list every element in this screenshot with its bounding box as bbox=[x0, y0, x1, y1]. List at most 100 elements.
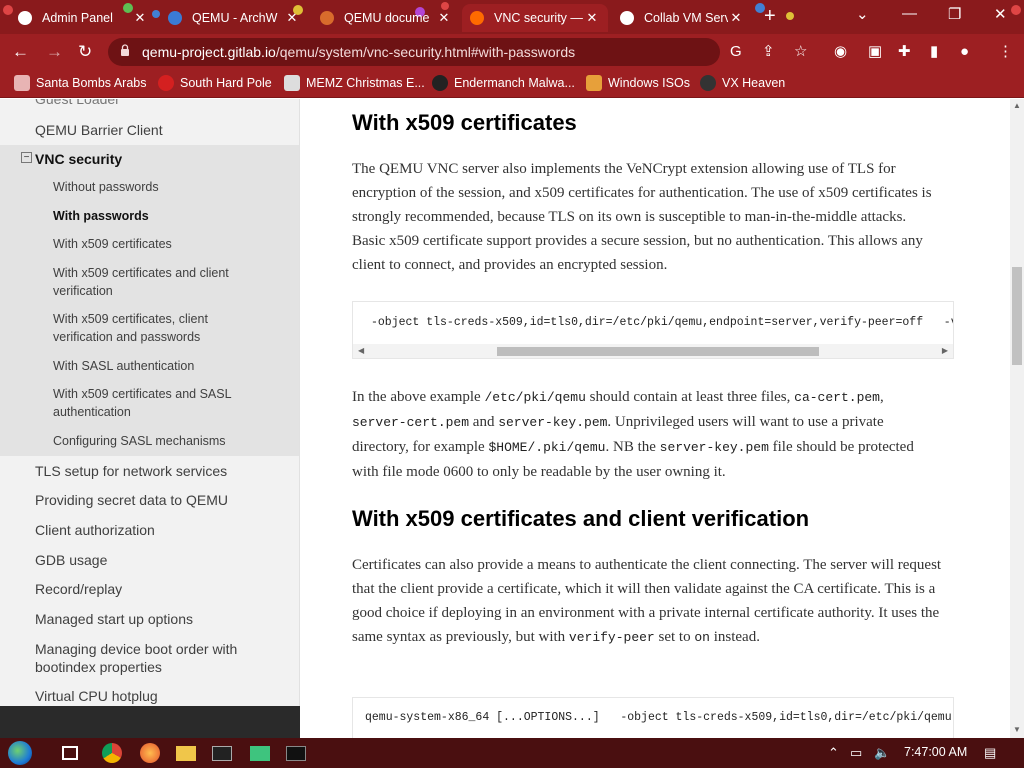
close-tab-icon[interactable]: ✕ bbox=[728, 10, 744, 26]
bookmark-label: Santa Bombs Arabs bbox=[36, 76, 147, 90]
bookmark-memz[interactable]: MEMZ Christmas E... bbox=[284, 75, 425, 91]
sidebar-subitem-x509-sasl[interactable]: With x509 certificates and SASL authenti… bbox=[53, 385, 253, 421]
page-scrollbar-thumb[interactable] bbox=[1012, 267, 1022, 365]
tab-label: VNC security — bbox=[494, 11, 583, 25]
chrome-icon[interactable] bbox=[102, 743, 122, 763]
tab-qemu-docs[interactable]: QEMU docume ✕ bbox=[312, 4, 460, 32]
bookmark-santa-bombs[interactable]: Santa Bombs Arabs bbox=[14, 75, 146, 91]
bookmark-label: MEMZ Christmas E... bbox=[306, 76, 425, 90]
code-block-client-verification[interactable]: qemu-system-x86_64 [...OPTIONS...] -obje… bbox=[352, 697, 954, 738]
menu-kebab-icon[interactable]: ⋮ bbox=[998, 43, 1013, 61]
tab-label: Collab VM Serv bbox=[644, 11, 728, 25]
bookmark-south-hard-pole[interactable]: South Hard Pole bbox=[158, 75, 272, 91]
sidebar-item-guest-loader[interactable]: Guest Loader bbox=[35, 99, 120, 108]
bookmark-icon bbox=[158, 75, 174, 91]
forward-button[interactable]: → bbox=[46, 42, 63, 62]
back-button[interactable]: ← bbox=[12, 42, 29, 62]
firefox-icon[interactable] bbox=[140, 743, 160, 763]
bookmark-vx-heaven[interactable]: VX Heaven bbox=[700, 75, 785, 91]
sidebar-item-tls-setup[interactable]: TLS setup for network services bbox=[35, 462, 227, 480]
heading-x509-client-verification: With x509 certificates and client verifi… bbox=[352, 506, 810, 531]
sidebar-subitem-sasl-mechanisms[interactable]: Configuring SASL mechanisms bbox=[53, 432, 253, 450]
tab-label: QEMU - ArchW bbox=[192, 11, 278, 25]
sidebar-subitem-with-passwords[interactable]: With passwords bbox=[53, 207, 253, 225]
scroll-right-icon[interactable]: ▶ bbox=[942, 346, 948, 355]
tab-admin-panel[interactable]: Admin Panel ✕ bbox=[10, 4, 156, 32]
favicon-icon bbox=[470, 11, 484, 25]
code-line: -object tls-creds-x509,id=tls0,dir=/etc/… bbox=[371, 316, 954, 329]
volume-icon[interactable]: 🔈 bbox=[874, 745, 890, 761]
close-tab-icon[interactable]: ✕ bbox=[284, 10, 300, 26]
sidebar-item-boot-order[interactable]: Managing device boot order with bootinde… bbox=[35, 640, 265, 676]
sidebar-subitem-x509[interactable]: With x509 certificates bbox=[53, 235, 253, 253]
maximize-button[interactable]: ❐ bbox=[948, 5, 961, 23]
start-button[interactable] bbox=[8, 741, 32, 765]
tab-qemu-archwiki[interactable]: QEMU - ArchW ✕ bbox=[160, 4, 308, 32]
sidebar-item-secret-data[interactable]: Providing secret data to QEMU bbox=[35, 491, 228, 509]
terminal-icon[interactable] bbox=[212, 746, 232, 761]
reload-button[interactable]: ↻ bbox=[78, 42, 92, 62]
sidebar-item-vnc-security[interactable]: VNC security bbox=[35, 150, 122, 168]
bookmark-windows-isos[interactable]: Windows ISOs bbox=[586, 75, 690, 91]
tab-label: QEMU docume bbox=[344, 11, 430, 25]
main-content: With x509 certificates The QEMU VNC serv… bbox=[300, 99, 1010, 738]
app-icon[interactable] bbox=[250, 746, 270, 761]
sidebar-item-managed-startup[interactable]: Managed start up options bbox=[35, 610, 193, 628]
file-explorer-icon[interactable] bbox=[176, 746, 196, 761]
scroll-up-icon[interactable]: ▲ bbox=[1013, 101, 1021, 110]
close-window-button[interactable]: ✕ bbox=[994, 5, 1007, 23]
sidebar-subitem-x509-client-passwords[interactable]: With x509 certificates, client verificat… bbox=[53, 310, 253, 346]
sidebar-toggle-icon[interactable]: ▮ bbox=[930, 43, 938, 61]
google-icon[interactable]: G bbox=[730, 43, 742, 61]
scroll-left-icon[interactable]: ◀ bbox=[358, 346, 364, 355]
sidebar-item-vcpu-hotplug[interactable]: Virtual CPU hotplug bbox=[35, 687, 158, 705]
address-bar[interactable]: qemu-project.gitlab.io/qemu/system/vnc-s… bbox=[108, 38, 720, 66]
sidebar-item-record-replay[interactable]: Record/replay bbox=[35, 580, 122, 598]
task-view-icon[interactable] bbox=[62, 746, 78, 760]
favicon-icon bbox=[320, 11, 334, 25]
tab-label: Admin Panel bbox=[42, 11, 113, 25]
favicon-icon bbox=[18, 11, 32, 25]
close-tab-icon[interactable]: ✕ bbox=[436, 10, 452, 26]
scrollbar-thumb[interactable] bbox=[497, 347, 819, 356]
sidebar-item-gdb-usage[interactable]: GDB usage bbox=[35, 551, 107, 569]
windows-taskbar: ⌃ ▭ 🔈 7:47:00 AM ▤ bbox=[0, 738, 1024, 768]
code-line: qemu-system-x86_64 [...OPTIONS...] -obje… bbox=[365, 711, 954, 724]
sidebar-subitem-without-passwords[interactable]: Without passwords bbox=[53, 178, 253, 196]
close-tab-icon[interactable]: ✕ bbox=[584, 10, 600, 26]
clock[interactable]: 7:47:00 AM bbox=[904, 745, 967, 759]
extension-s-icon[interactable]: ▣ bbox=[868, 43, 882, 61]
bookmark-endermanch[interactable]: Endermanch Malwa... bbox=[432, 75, 575, 91]
paragraph-client-verification: Certificates can also provide a means to… bbox=[352, 557, 942, 645]
bookmark-icon bbox=[586, 75, 602, 91]
extensions-puzzle-icon[interactable]: ✚ bbox=[898, 43, 911, 61]
bookmark-label: South Hard Pole bbox=[180, 76, 272, 90]
notifications-icon[interactable]: ▤ bbox=[984, 745, 996, 761]
sidebar-subitem-x509-client[interactable]: With x509 certificates and client verifi… bbox=[53, 264, 253, 300]
sidebar-item-client-authorization[interactable]: Client authorization bbox=[35, 521, 155, 539]
tab-collab-vm[interactable]: Collab VM Serv ✕ bbox=[612, 4, 752, 32]
tab-vnc-security[interactable]: VNC security — ✕ bbox=[462, 4, 608, 32]
horizontal-scrollbar[interactable]: ◀ ▶ bbox=[353, 344, 953, 358]
bookmark-icon bbox=[14, 75, 30, 91]
tab-search-icon[interactable]: ⌄ bbox=[856, 5, 869, 23]
profile-avatar-icon[interactable]: ● bbox=[960, 43, 969, 61]
code-block-x509[interactable]: -object tls-creds-x509,id=tls0,dir=/etc/… bbox=[352, 301, 954, 359]
7zip-icon[interactable] bbox=[286, 746, 306, 761]
bookmark-icon bbox=[284, 75, 300, 91]
share-icon[interactable]: ⇪ bbox=[762, 43, 775, 61]
extension-flag-icon[interactable]: ◉ bbox=[834, 43, 847, 61]
sidebar-subitem-sasl[interactable]: With SASL authentication bbox=[53, 357, 253, 375]
lock-icon bbox=[121, 44, 129, 56]
close-tab-icon[interactable]: ✕ bbox=[132, 10, 148, 26]
scroll-down-icon[interactable]: ▼ bbox=[1013, 725, 1021, 734]
sidebar-item-barrier[interactable]: QEMU Barrier Client bbox=[35, 121, 163, 139]
new-tab-button[interactable]: + bbox=[764, 6, 776, 26]
page-scrollbar[interactable]: ▲ ▼ bbox=[1010, 99, 1024, 738]
minimize-button[interactable]: — bbox=[902, 5, 917, 22]
bookmark-star-icon[interactable]: ☆ bbox=[794, 43, 807, 61]
collapse-icon[interactable]: − bbox=[21, 152, 32, 163]
sidebar-footer bbox=[0, 706, 300, 738]
tray-chevron-icon[interactable]: ⌃ bbox=[828, 745, 839, 761]
network-icon[interactable]: ▭ bbox=[850, 745, 862, 761]
